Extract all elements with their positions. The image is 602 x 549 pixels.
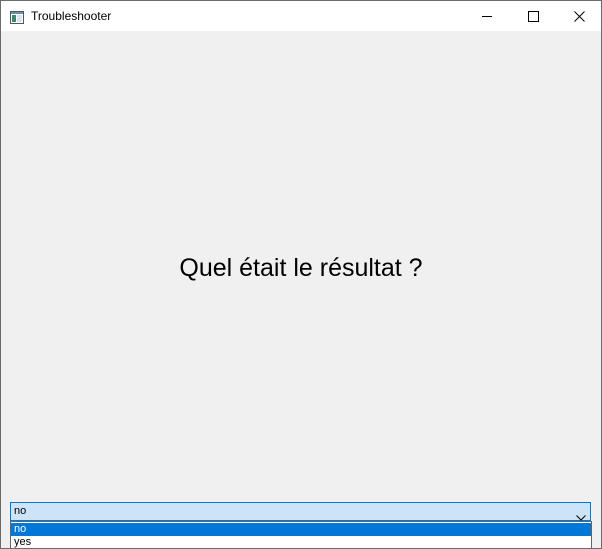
close-button[interactable] [556,1,601,31]
chevron-down-icon[interactable] [576,507,586,521]
maximize-icon [527,7,539,26]
question-label: Quel était le résultat ? [179,254,423,282]
app-window-icon [10,9,24,24]
combo-selected-value: no [14,505,27,517]
window-title: Troubleshooter [31,9,112,23]
dropdown-option-no[interactable]: no [11,523,591,536]
troubleshooter-window: Troubleshooter Quel était le résultat ? … [0,0,602,549]
title-bar[interactable]: Troubleshooter [1,1,601,31]
dropdown-option-yes[interactable]: yes [11,536,591,548]
answer-dropdown-list: no yes [10,521,592,548]
maximize-button[interactable] [510,1,556,31]
answer-combobox[interactable]: no [10,502,591,521]
minimize-icon [481,7,493,26]
main-panel: Quel était le résultat ? [1,31,601,501]
minimize-button[interactable] [464,1,510,31]
close-icon [573,7,585,26]
